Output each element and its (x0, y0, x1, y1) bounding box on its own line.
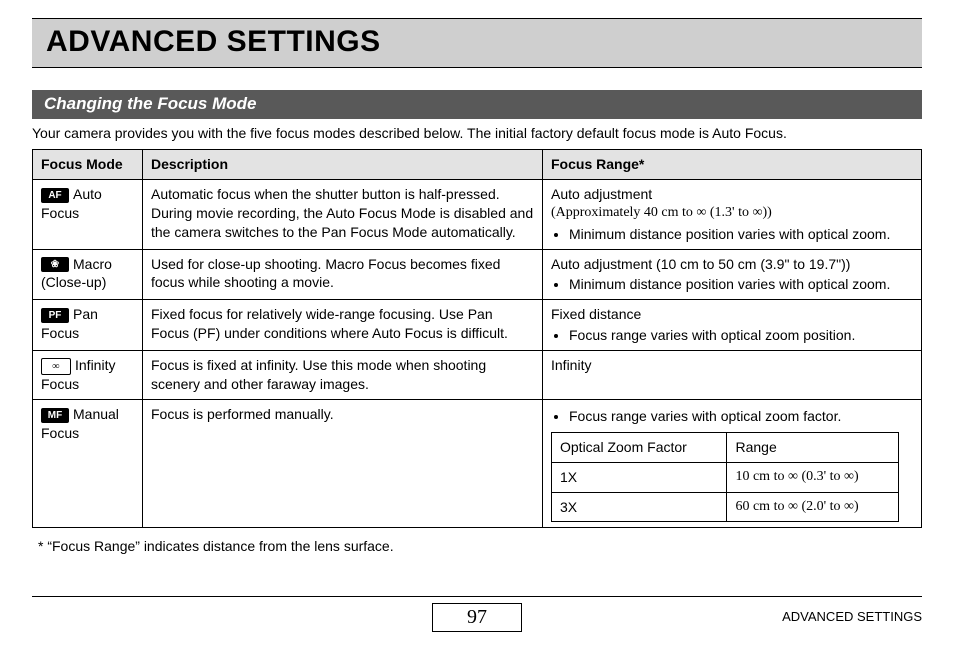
table-row: 3X 60 cm to ∞ (2.0' to ∞) (552, 492, 899, 522)
footer-label: ADVANCED SETTINGS (782, 609, 922, 624)
cell-mode: PFPan Focus (33, 300, 143, 351)
range-line: (Approximately 40 cm to ∞ (1.3' to ∞)) (551, 204, 913, 223)
table-header-row: Focus Mode Description Focus Range* (33, 150, 922, 180)
focus-mode-table: Focus Mode Description Focus Range* AFAu… (32, 149, 922, 528)
page-title-bar: ADVANCED SETTINGS (32, 18, 922, 68)
cell-desc: Focus is performed manually. (143, 399, 543, 528)
cell-desc: Fixed focus for relatively wide-range fo… (143, 300, 543, 351)
table-row: PFPan Focus Fixed focus for relatively w… (33, 300, 922, 351)
range-line: Fixed distance (551, 305, 913, 324)
page-footer: 97 ADVANCED SETTINGS (32, 596, 922, 632)
th-focus-range: Focus Range* (543, 150, 922, 180)
table-row: 1X 10 cm to ∞ (0.3' to ∞) (552, 462, 899, 492)
th-description: Description (143, 150, 543, 180)
table-row: MFManual Focus Focus is performed manual… (33, 399, 922, 528)
range-line: Auto adjustment (551, 185, 913, 204)
table-row: AFAuto Focus Automatic focus when the sh… (33, 179, 922, 249)
cell-range: Infinity (543, 351, 922, 400)
cell-range: Auto adjustment (10 cm to 50 cm (3.9" to… (543, 249, 922, 300)
th-focus-mode: Focus Mode (33, 150, 143, 180)
page-number: 97 (432, 603, 522, 632)
cell-mode: AFAuto Focus (33, 179, 143, 249)
cell-mode: ❀Macro (Close-up) (33, 249, 143, 300)
table-row: ❀Macro (Close-up) Used for close-up shoo… (33, 249, 922, 300)
sub-cell: 3X (552, 492, 727, 522)
table-row: ∞Infinity Focus Focus is fixed at infini… (33, 351, 922, 400)
af-icon: AF (41, 188, 69, 203)
zoom-range-table: Optical Zoom Factor Range 1X 10 cm to ∞ … (551, 432, 899, 523)
cell-range: Focus range varies with optical zoom fac… (543, 399, 922, 528)
cell-desc: Used for close-up shooting. Macro Focus … (143, 249, 543, 300)
cell-desc: Automatic focus when the shutter button … (143, 179, 543, 249)
page-title: ADVANCED SETTINGS (46, 25, 908, 59)
cell-desc: Focus is fixed at infinity. Use this mod… (143, 351, 543, 400)
sub-th: Range (727, 432, 898, 462)
sub-cell: 10 cm to ∞ (0.3' to ∞) (727, 462, 898, 492)
footer-divider (32, 596, 922, 597)
range-bullet: Focus range varies with optical zoom pos… (569, 326, 913, 345)
pf-icon: PF (41, 308, 69, 323)
sub-th: Optical Zoom Factor (552, 432, 727, 462)
range-bullet: Minimum distance position varies with op… (569, 275, 913, 294)
footnote: * “Focus Range” indicates distance from … (38, 538, 922, 554)
range-bullet: Focus range varies with optical zoom fac… (569, 407, 913, 426)
cell-range: Fixed distance Focus range varies with o… (543, 300, 922, 351)
cell-mode: ∞Infinity Focus (33, 351, 143, 400)
cell-range: Auto adjustment (Approximately 40 cm to … (543, 179, 922, 249)
mf-icon: MF (41, 408, 69, 423)
table-row: Optical Zoom Factor Range (552, 432, 899, 462)
macro-icon: ❀ (41, 257, 69, 272)
cell-mode: MFManual Focus (33, 399, 143, 528)
intro-text: Your camera provides you with the five f… (32, 125, 922, 141)
section-header: Changing the Focus Mode (32, 90, 922, 119)
sub-cell: 60 cm to ∞ (2.0' to ∞) (727, 492, 898, 522)
range-bullet: Minimum distance position varies with op… (569, 225, 913, 244)
sub-cell: 1X (552, 462, 727, 492)
infinity-icon: ∞ (41, 358, 71, 375)
range-line: Auto adjustment (10 cm to 50 cm (3.9" to… (551, 255, 913, 274)
